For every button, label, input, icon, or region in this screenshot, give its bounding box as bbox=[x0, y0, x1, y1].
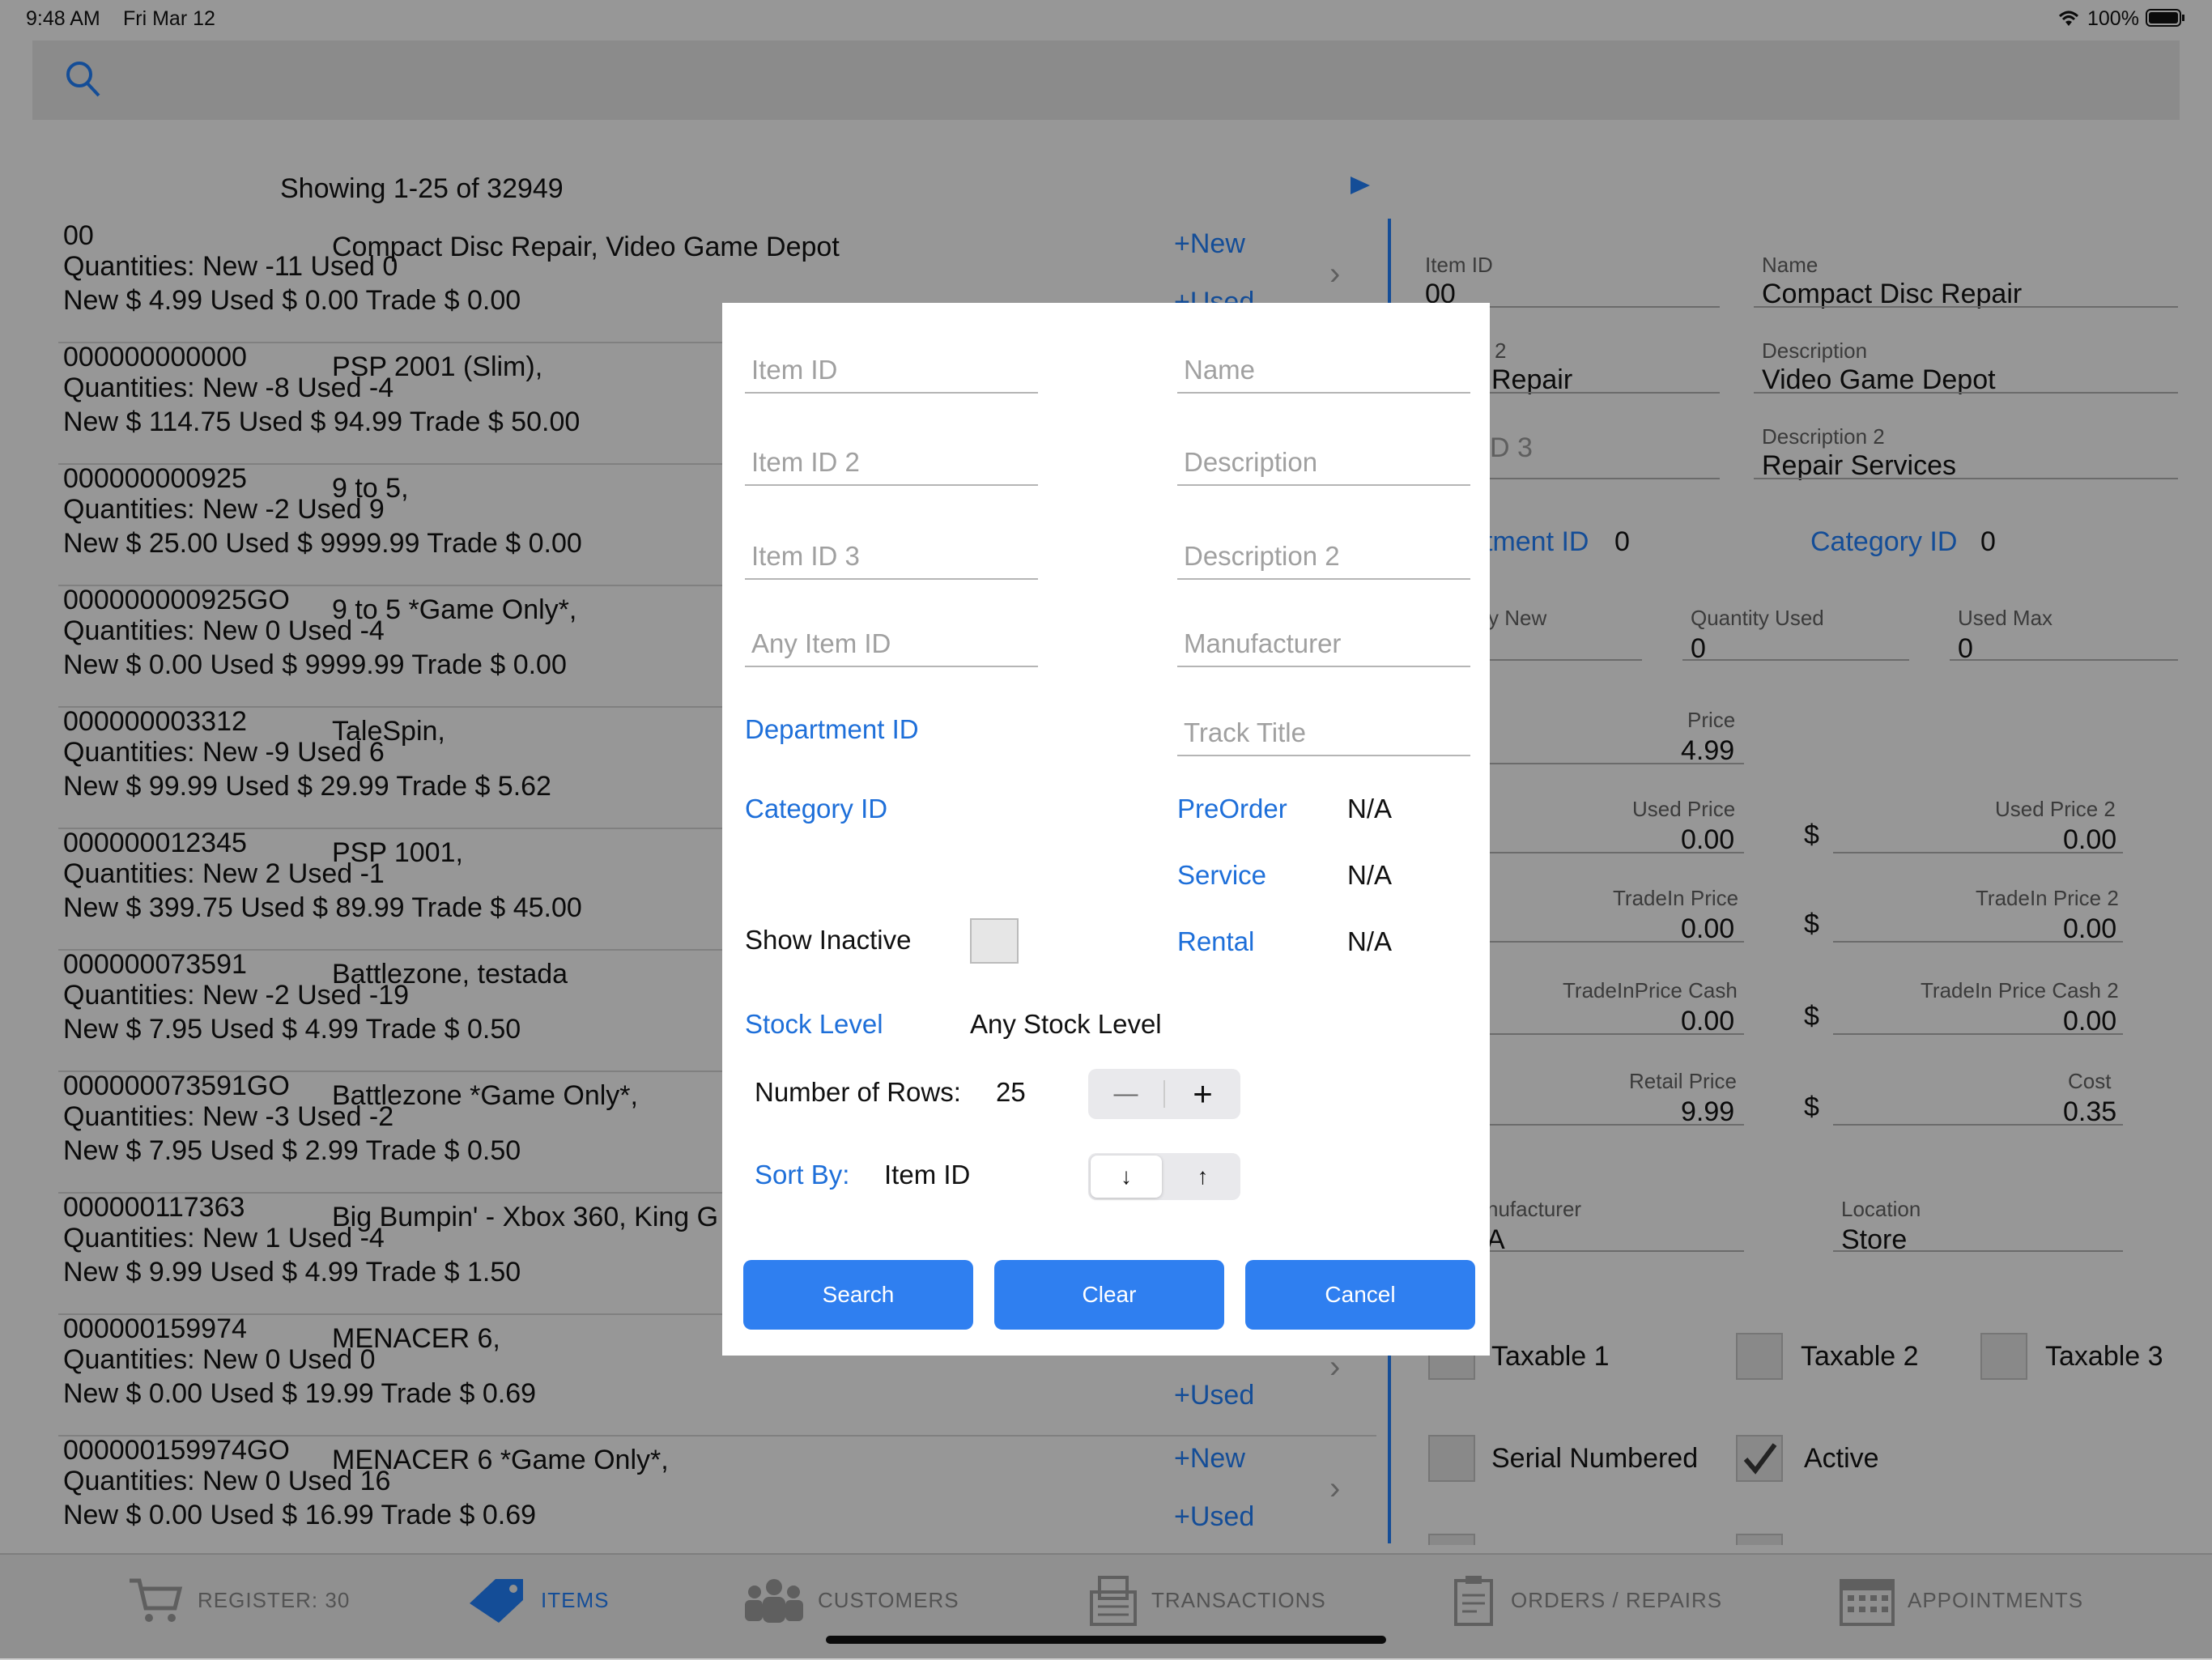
sort-direction-control: ↓ ↑ bbox=[1088, 1153, 1240, 1200]
description2-placeholder: Description 2 bbox=[1184, 541, 1340, 571]
manufacturer-field[interactable]: Manufacturer bbox=[1177, 577, 1470, 667]
item-id3-field[interactable]: Item ID 3 bbox=[745, 489, 1038, 580]
category-id-button[interactable]: Category ID bbox=[745, 794, 887, 824]
any-item-id-field[interactable]: Any Item ID bbox=[745, 577, 1038, 667]
preorder-button[interactable]: PreOrder bbox=[1177, 794, 1287, 824]
decrement-button[interactable]: — bbox=[1088, 1069, 1163, 1119]
any-item-id-placeholder: Any Item ID bbox=[751, 628, 891, 658]
track-title-placeholder: Track Title bbox=[1184, 717, 1306, 747]
clear-button[interactable]: Clear bbox=[994, 1260, 1224, 1330]
show-inactive-label: Show Inactive bbox=[745, 925, 912, 955]
stock-level-value: Any Stock Level bbox=[970, 1009, 1162, 1039]
name-placeholder: Name bbox=[1184, 355, 1256, 385]
department-id-button[interactable]: Department ID bbox=[745, 714, 919, 745]
track-title-field[interactable]: Track Title bbox=[1177, 666, 1470, 756]
preorder-value: N/A bbox=[1347, 794, 1393, 824]
service-value: N/A bbox=[1347, 860, 1393, 890]
item-id-placeholder: Item ID bbox=[751, 355, 838, 385]
description-placeholder: Description bbox=[1184, 447, 1318, 477]
search-modal: Item ID Name Item ID 2 Description Item … bbox=[722, 303, 1490, 1356]
number-of-rows-label: Number of Rows: bbox=[755, 1077, 961, 1107]
sort-by-button[interactable]: Sort By: bbox=[755, 1160, 849, 1190]
service-button[interactable]: Service bbox=[1177, 860, 1266, 891]
sort-ascending-button[interactable]: ↑ bbox=[1165, 1153, 1240, 1200]
manufacturer-placeholder: Manufacturer bbox=[1184, 628, 1342, 658]
cancel-button[interactable]: Cancel bbox=[1245, 1260, 1475, 1330]
search-button[interactable]: Search bbox=[743, 1260, 973, 1330]
rows-stepper: — + bbox=[1088, 1069, 1240, 1119]
increment-button[interactable]: + bbox=[1165, 1069, 1240, 1119]
item-id2-field[interactable]: Item ID 2 bbox=[745, 395, 1038, 486]
sort-descending-button[interactable]: ↓ bbox=[1091, 1156, 1162, 1198]
item-id2-placeholder: Item ID 2 bbox=[751, 447, 860, 477]
description-field[interactable]: Description bbox=[1177, 395, 1470, 486]
item-id-field[interactable]: Item ID bbox=[745, 303, 1038, 394]
name-field[interactable]: Name bbox=[1177, 303, 1470, 394]
item-id3-placeholder: Item ID 3 bbox=[751, 541, 860, 571]
sort-by-value: Item ID bbox=[884, 1160, 971, 1190]
description2-field[interactable]: Description 2 bbox=[1177, 489, 1470, 580]
number-of-rows-value: 25 bbox=[996, 1077, 1026, 1107]
rental-value: N/A bbox=[1347, 926, 1393, 956]
stock-level-button[interactable]: Stock Level bbox=[745, 1009, 883, 1040]
rental-button[interactable]: Rental bbox=[1177, 926, 1254, 957]
show-inactive-checkbox[interactable] bbox=[970, 918, 1019, 964]
